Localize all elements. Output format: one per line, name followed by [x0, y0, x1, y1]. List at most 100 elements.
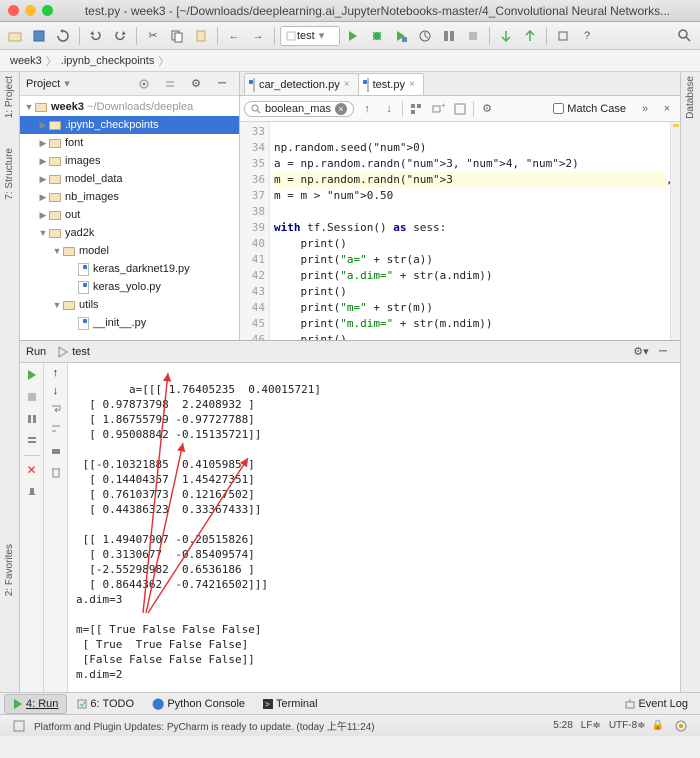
tree-node-folder[interactable]: ▼model — [20, 242, 239, 260]
editor-tab-active[interactable]: test.py × — [358, 73, 424, 95]
copy-button[interactable] — [166, 25, 188, 47]
save-button[interactable] — [28, 25, 50, 47]
forward-button[interactable]: → — [247, 25, 269, 47]
scroll-down-button[interactable]: ↓ — [53, 385, 59, 397]
tree-node-folder[interactable]: ▶nb_images — [20, 188, 239, 206]
favorites-tool-tab[interactable]: 2: Favorites — [4, 544, 15, 596]
find-input[interactable]: boolean_mas × — [244, 101, 354, 117]
window-titlebar: test.py - week3 - [~/Downloads/deeplearn… — [0, 0, 700, 22]
file-encoding[interactable]: UTF-8≑ — [609, 720, 646, 731]
run-settings-icon[interactable]: ⚙▾ — [630, 341, 652, 363]
tree-node-folder[interactable]: ▶model_data — [20, 170, 239, 188]
more-find-options-icon[interactable]: » — [636, 100, 654, 118]
print-button[interactable] — [50, 445, 62, 460]
concurrency-button[interactable] — [438, 25, 460, 47]
window-title: test.py - week3 - [~/Downloads/deeplearn… — [63, 4, 692, 18]
database-tool-tab[interactable]: Database — [685, 76, 696, 119]
stop-button[interactable] — [462, 25, 484, 47]
inspection-profile-icon[interactable] — [670, 715, 692, 737]
tree-node-py[interactable]: keras_darknet19.py — [20, 260, 239, 278]
breadcrumb-item[interactable]: week3 — [6, 55, 46, 67]
collapse-all-icon[interactable] — [159, 73, 181, 95]
breadcrumb-item[interactable]: .ipynb_checkpoints — [57, 55, 159, 67]
paste-button[interactable] — [190, 25, 212, 47]
search-everywhere-button[interactable] — [674, 25, 696, 47]
left-tool-window-bar-lower: 2: Favorites — [0, 340, 20, 692]
close-window-button[interactable] — [8, 5, 19, 16]
rerun-button[interactable] — [24, 367, 40, 383]
profile-button[interactable] — [414, 25, 436, 47]
error-stripe[interactable] — [670, 122, 680, 340]
svg-text:+: + — [441, 102, 445, 110]
hide-run-panel-icon[interactable] — [652, 341, 674, 363]
vcs-button[interactable] — [495, 25, 517, 47]
prev-match-button[interactable]: ↑ — [358, 100, 376, 118]
tree-node-py[interactable]: keras_yolo.py — [20, 278, 239, 296]
run-tool-tab[interactable]: 4: Run — [4, 694, 67, 714]
todo-tool-tab[interactable]: 6: TODO — [69, 694, 142, 714]
hide-panel-icon[interactable] — [211, 73, 233, 95]
open-file-button[interactable] — [4, 25, 26, 47]
tree-node-folder[interactable]: ▶images — [20, 152, 239, 170]
clear-search-icon[interactable]: × — [335, 103, 347, 115]
event-log-tool-tab[interactable]: Event Log — [617, 694, 696, 714]
soft-wrap-button[interactable] — [50, 403, 62, 418]
run-config-selector[interactable]: test ▾ — [280, 26, 340, 46]
tree-node-py[interactable]: __init__.py — [20, 314, 239, 332]
close-tab-icon[interactable]: × — [344, 79, 350, 90]
project-tool-tab[interactable]: 1: Project — [4, 76, 15, 118]
vcs-commit-button[interactable] — [519, 25, 541, 47]
add-selection-button[interactable]: + — [429, 100, 447, 118]
stop-process-button[interactable] — [24, 389, 40, 405]
pin-tab-button[interactable] — [24, 484, 40, 500]
project-tree[interactable]: ▼week3 ~/Downloads/deeplea ▶.ipynb_check… — [20, 96, 239, 340]
close-find-bar-icon[interactable]: × — [658, 100, 676, 118]
zoom-window-button[interactable] — [42, 5, 53, 16]
run-config-label: test — [297, 30, 315, 42]
refresh-button[interactable] — [52, 25, 74, 47]
status-menu-icon[interactable] — [8, 715, 30, 737]
back-button[interactable]: ← — [223, 25, 245, 47]
undo-button[interactable] — [85, 25, 107, 47]
pause-button[interactable] — [24, 411, 40, 427]
project-view-selector[interactable]: Project — [26, 78, 60, 90]
caret-position[interactable]: 5:28 — [553, 720, 572, 731]
python-console-tool-tab[interactable]: ⬤Python Console — [144, 694, 253, 714]
tree-node-folder[interactable]: ▼yad2k — [20, 224, 239, 242]
select-all-matches-button[interactable] — [407, 100, 425, 118]
match-case-checkbox[interactable]: Match Case — [553, 103, 626, 115]
settings-gear-icon[interactable]: ⚙ — [185, 73, 207, 95]
close-run-button[interactable]: ✕ — [24, 462, 40, 478]
editor-tab[interactable]: car_detection.py × — [244, 73, 359, 95]
tree-node-folder[interactable]: ▼utils — [20, 296, 239, 314]
find-settings-icon[interactable]: ⚙ — [478, 100, 496, 118]
redo-button[interactable] — [109, 25, 131, 47]
run-coverage-button[interactable] — [390, 25, 412, 47]
structure-tool-tab[interactable]: 7: Structure — [4, 148, 15, 200]
autoscroll-to-source-icon[interactable] — [133, 73, 155, 95]
cut-button[interactable]: ✂ — [142, 25, 164, 47]
scroll-to-end-button[interactable] — [50, 424, 62, 439]
clear-all-button[interactable] — [50, 466, 62, 481]
minimize-window-button[interactable] — [25, 5, 36, 16]
debug-button[interactable] — [366, 25, 388, 47]
console-output[interactable]: a=[[[ 1.76405235 0.40015721] [ 0.9787379… — [68, 363, 680, 692]
next-match-button[interactable]: ↓ — [380, 100, 398, 118]
status-message: Platform and Plugin Updates: PyCharm is … — [34, 718, 375, 733]
tree-node-folder[interactable]: ▶out — [20, 206, 239, 224]
run-button[interactable] — [342, 25, 364, 47]
line-separator[interactable]: LF≑ — [581, 720, 601, 731]
dump-threads-button[interactable] — [24, 433, 40, 449]
close-tab-icon[interactable]: × — [409, 79, 415, 90]
help-button[interactable]: ? — [576, 25, 598, 47]
lock-icon[interactable]: 🔒 — [652, 720, 664, 731]
project-structure-button[interactable] — [552, 25, 574, 47]
tree-node-folder[interactable]: ▶font — [20, 134, 239, 152]
code-editor[interactable]: 333435363738394041424344454647 np.random… — [240, 122, 680, 340]
toggle-find-button[interactable] — [451, 100, 469, 118]
terminal-tool-tab[interactable]: >Terminal — [255, 694, 326, 714]
editor-tabs: car_detection.py × test.py × — [240, 72, 680, 96]
scroll-up-button[interactable]: ↑ — [53, 367, 59, 379]
tree-node-folder[interactable]: ▶.ipynb_checkpoints — [20, 116, 239, 134]
navigation-bar[interactable]: week3 〉 .ipynb_checkpoints 〉 — [0, 50, 700, 72]
